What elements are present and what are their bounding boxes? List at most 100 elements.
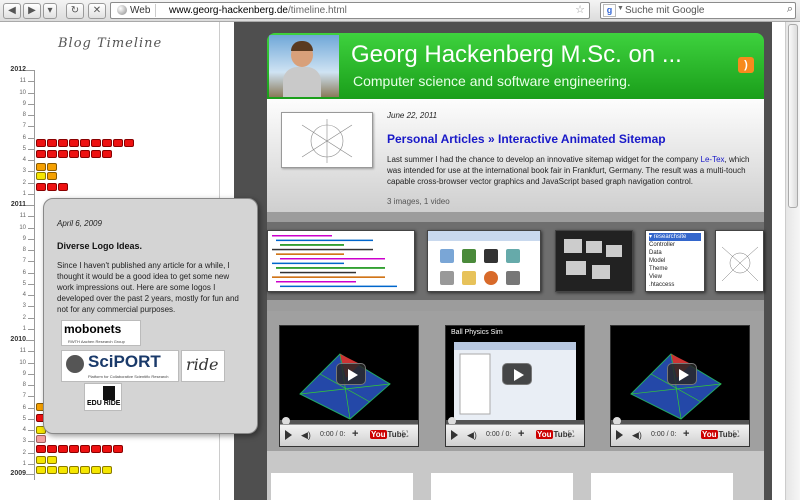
forward-button[interactable]: ▶ xyxy=(23,3,41,19)
volume-icon[interactable]: ◀) xyxy=(301,430,311,441)
play-overlay-button[interactable] xyxy=(502,363,532,385)
timeline-article-block[interactable] xyxy=(58,466,68,474)
back-button[interactable]: ◀ xyxy=(3,3,21,19)
timeline-month-tick xyxy=(28,441,34,443)
article-title-link[interactable]: Interactive Animated Sitemap xyxy=(498,132,666,146)
search-icon[interactable]: ⌕ xyxy=(787,3,793,16)
timeline-article-block[interactable] xyxy=(47,163,57,171)
play-icon[interactable] xyxy=(616,430,623,440)
vertical-scrollbar[interactable] xyxy=(785,22,800,500)
timeline-article-block[interactable] xyxy=(102,466,112,474)
rss-icon[interactable]: ) xyxy=(738,57,754,73)
add-icon[interactable]: + xyxy=(352,428,358,440)
timeline-article-block[interactable] xyxy=(36,139,46,147)
timeline-article-block[interactable] xyxy=(47,150,57,158)
timeline-article-block[interactable] xyxy=(36,163,46,171)
timeline-article-block[interactable] xyxy=(80,139,90,147)
timeline-article-block[interactable] xyxy=(58,183,68,191)
blog-title[interactable]: Georg Hackenberg M.Sc. on ... xyxy=(351,41,682,69)
timeline-article-block[interactable] xyxy=(36,183,46,191)
timeline-article-block[interactable] xyxy=(36,435,46,443)
video-player[interactable]: Ball Physics Sim ◀) 0:00 / 0: + You Tube ⛶ xyxy=(445,325,585,447)
gallery-image-graph[interactable] xyxy=(715,230,764,292)
add-icon[interactable]: + xyxy=(518,428,524,440)
volume-icon[interactable]: ◀) xyxy=(632,430,642,441)
timeline-month-tick xyxy=(28,407,34,409)
volume-icon[interactable]: ◀) xyxy=(467,430,477,441)
timeline-article-block[interactable] xyxy=(36,150,46,158)
gallery-image-tree[interactable]: ▾ researchsite Controller Data Model The… xyxy=(645,230,705,292)
timeline-article-block[interactable] xyxy=(91,466,101,474)
timeline-article-block[interactable] xyxy=(102,150,112,158)
play-overlay-button[interactable] xyxy=(667,363,697,385)
article-thumbnail[interactable] xyxy=(281,112,373,168)
timeline-article-block[interactable] xyxy=(69,150,79,158)
timeline-article-block[interactable] xyxy=(47,445,57,453)
timeline-article-block[interactable] xyxy=(47,172,57,180)
timeline-article-block[interactable] xyxy=(113,445,123,453)
article-date: June 22, 2011 xyxy=(387,111,438,120)
timeline-article-block[interactable] xyxy=(69,139,79,147)
timeline-month-label: 8 xyxy=(22,382,26,388)
web-identity-label[interactable]: Web xyxy=(114,4,157,17)
url-text[interactable]: www.georg-hackenberg.de/timeline.html xyxy=(169,4,347,17)
search-bar[interactable]: g ▼ Suche mit Google ⌕ xyxy=(600,2,796,19)
timeline-article-block[interactable] xyxy=(80,445,90,453)
timeline-article-block[interactable] xyxy=(102,139,112,147)
fullscreen-icon[interactable]: ⛶ xyxy=(733,429,739,440)
history-dropdown-button[interactable]: ▾ xyxy=(43,3,57,19)
timeline-month-label: 4 xyxy=(22,157,26,163)
timeline-article-block[interactable] xyxy=(124,139,134,147)
play-overlay-button[interactable] xyxy=(336,363,366,385)
timeline-article-block[interactable] xyxy=(47,456,57,464)
address-bar[interactable]: Web www.georg-hackenberg.de/timeline.htm… xyxy=(110,2,590,19)
timeline-article-block[interactable] xyxy=(47,466,57,474)
gallery-image-app[interactable] xyxy=(427,230,541,292)
timeline-article-block[interactable] xyxy=(58,445,68,453)
timeline-month-label: 8 xyxy=(22,112,26,118)
timeline-article-block[interactable] xyxy=(47,183,57,191)
chevron-down-icon[interactable]: ▼ xyxy=(617,5,624,12)
timeline-article-block[interactable] xyxy=(80,150,90,158)
gallery-image-code[interactable] xyxy=(267,230,415,292)
timeline-article-block[interactable] xyxy=(36,172,46,180)
timeline-article-block[interactable] xyxy=(58,150,68,158)
stop-button[interactable]: ✕ xyxy=(88,3,106,19)
timeline-article-block[interactable] xyxy=(36,466,46,474)
timeline-popup: April 6, 2009 Diverse Logo Ideas. Since … xyxy=(43,198,258,434)
play-icon[interactable] xyxy=(451,430,458,440)
main-content: Georg Hackenberg M.Sc. on ... Computer s… xyxy=(220,22,785,500)
fullscreen-icon[interactable]: ⛶ xyxy=(402,429,408,440)
timeline-article-block[interactable] xyxy=(69,445,79,453)
video-player[interactable]: ◀) 0:00 / 0: + You Tube ⛶ xyxy=(279,325,419,447)
timeline-article-block[interactable] xyxy=(69,466,79,474)
blog-tagline: Computer science and software engineerin… xyxy=(353,73,631,89)
timeline-article-block[interactable] xyxy=(102,445,112,453)
timeline-article-block[interactable] xyxy=(91,150,101,158)
bookmark-star-icon[interactable]: ☆ xyxy=(575,3,585,16)
timeline-article-block[interactable] xyxy=(113,139,123,147)
fullscreen-icon[interactable]: ⛶ xyxy=(568,429,574,440)
article-card-preview[interactable] xyxy=(591,473,733,500)
play-icon[interactable] xyxy=(285,430,292,440)
scrollbar-thumb[interactable] xyxy=(788,24,798,208)
timeline-article-block[interactable] xyxy=(36,445,46,453)
video-player[interactable]: ◀) 0:00 / 0: + You Tube ⛶ xyxy=(610,325,750,447)
timeline-month-tick xyxy=(28,362,34,364)
timeline-article-block[interactable] xyxy=(80,466,90,474)
popup-title[interactable]: Diverse Logo Ideas. xyxy=(57,241,244,251)
timeline-article-block[interactable] xyxy=(91,139,101,147)
timeline-article-block[interactable] xyxy=(36,456,46,464)
reload-button[interactable]: ↻ xyxy=(66,3,84,19)
article-card-preview[interactable] xyxy=(271,473,413,500)
timeline-article-block[interactable] xyxy=(58,139,68,147)
article-card-preview[interactable] xyxy=(431,473,573,500)
add-icon[interactable]: + xyxy=(683,428,689,440)
tree-item: Model xyxy=(649,258,666,264)
google-engine-icon[interactable]: g xyxy=(603,4,616,17)
article-category-link[interactable]: Personal Articles xyxy=(387,132,485,146)
gallery-image-dark[interactable] xyxy=(555,230,633,292)
timeline-article-block[interactable] xyxy=(91,445,101,453)
le-tex-link[interactable]: Le-Tex xyxy=(701,155,725,164)
timeline-article-block[interactable] xyxy=(47,139,57,147)
